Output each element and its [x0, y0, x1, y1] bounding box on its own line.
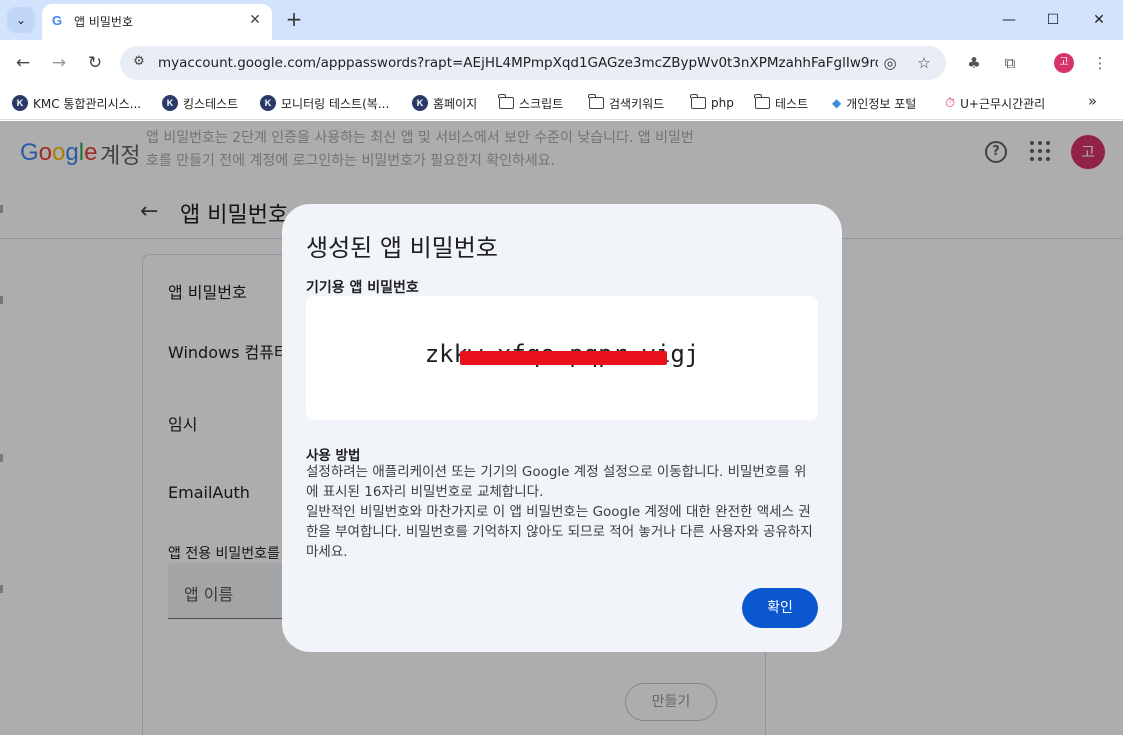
folder-icon — [690, 94, 706, 109]
more-bookmarks-icon[interactable]: » — [1088, 92, 1097, 110]
redaction-mark — [460, 351, 667, 365]
url-text[interactable]: myaccount.google.com/apppasswords?rapt=A… — [158, 55, 878, 71]
folder-icon — [498, 94, 514, 109]
browser-toolbar: ← → ↻ ⚙ myaccount.google.com/apppassword… — [0, 40, 1123, 86]
dialog-title: 생성된 앱 비밀번호 — [306, 234, 498, 262]
bookmark-label: 검색키워드 — [609, 96, 665, 111]
tab-strip: ⌄ G 앱 비밀번호 ✕ + — ☐ ✕ — [0, 0, 1123, 40]
extension-icon[interactable]: ♣ — [962, 51, 986, 75]
reload-icon[interactable]: ↻ — [82, 50, 108, 76]
bookmark-folder[interactable]: 스크립트 — [498, 92, 564, 114]
new-tab-button[interactable]: + — [282, 8, 306, 32]
address-bar[interactable]: ⚙ myaccount.google.com/apppasswords?rapt… — [120, 46, 946, 80]
eye-off-icon[interactable]: ◎ — [880, 53, 900, 73]
chevron-down-icon: ⌄ — [15, 13, 27, 27]
portal-icon: ◆ — [832, 96, 842, 110]
bookmark-label: 개인정보 포털 — [846, 96, 917, 111]
star-icon[interactable]: ☆ — [914, 53, 934, 73]
bookmark-folder[interactable]: 검색키워드 — [588, 92, 665, 114]
edge-mark — [0, 205, 3, 213]
k-circle-icon: K — [162, 95, 178, 111]
extensions-puzzle-icon[interactable]: ⧉ — [998, 51, 1022, 75]
bookmark-label: 모니터링 테스트(복... — [281, 96, 390, 111]
folder-icon — [754, 94, 770, 109]
edge-mark — [0, 454, 3, 462]
bookmarks-bar: K KMC 통합관리시스... K 킹스테스트 K 모니터링 테스트(복... … — [0, 86, 1123, 120]
dialog-subtitle: 기기용 앱 비밀번호 — [306, 280, 419, 296]
tab-search-button[interactable]: ⌄ — [7, 7, 35, 33]
bookmark-item[interactable]: ⏱ U+근무시간관리 — [945, 92, 1045, 114]
bookmark-item[interactable]: K KMC 통합관리시스... — [12, 92, 141, 114]
google-favicon-icon: G — [52, 13, 63, 28]
k-circle-icon: K — [412, 95, 428, 111]
forward-icon[interactable]: → — [46, 50, 72, 76]
active-tab[interactable]: G 앱 비밀번호 ✕ — [42, 4, 272, 40]
bookmark-folder[interactable]: php — [690, 92, 734, 114]
bookmark-label: php — [711, 96, 734, 110]
bookmark-item[interactable]: K 킹스테스트 — [162, 92, 238, 114]
bookmark-label: U+근무시간관리 — [960, 96, 1046, 111]
bookmark-item[interactable]: K 홈페이지 — [412, 92, 477, 114]
close-tab-icon[interactable]: ✕ — [246, 11, 264, 29]
window-close-icon[interactable]: ✕ — [1087, 8, 1111, 32]
edge-mark — [0, 296, 3, 304]
bookmark-label: 테스트 — [775, 96, 809, 111]
bookmark-label: KMC 통합관리시스... — [33, 96, 142, 111]
usage-title: 사용 방법 — [306, 448, 361, 464]
bookmark-item[interactable]: K 모니터링 테스트(복... — [260, 92, 389, 114]
password-box: zkkw xfqo pqpr vigj — [306, 296, 818, 420]
back-icon[interactable]: ← — [10, 50, 36, 76]
menu-dots-icon[interactable]: ⋮ — [1088, 51, 1112, 75]
bookmark-folder[interactable]: 테스트 — [754, 92, 809, 114]
site-info-icon[interactable]: ⚙ — [130, 54, 148, 72]
bookmark-label: 홈페이지 — [433, 96, 478, 111]
k-circle-icon: K — [12, 95, 28, 111]
minimize-icon[interactable]: — — [997, 8, 1021, 32]
profile-avatar[interactable]: 고 — [1054, 53, 1074, 73]
folder-icon — [588, 94, 604, 109]
bookmark-label: 킹스테스트 — [183, 96, 239, 111]
confirm-button[interactable]: 확인 — [742, 588, 818, 628]
clock-icon: ⏱ — [945, 95, 956, 111]
tab-title: 앱 비밀번호 — [74, 15, 134, 29]
usage-instructions: 설정하려는 애플리케이션 또는 기기의 Google 계정 설정으로 이동합니다… — [306, 464, 813, 560]
bookmark-item[interactable]: ◆ 개인정보 포털 — [832, 92, 916, 114]
edge-mark — [0, 585, 3, 593]
generated-password-dialog: 생성된 앱 비밀번호 기기용 앱 비밀번호 zkkw xfqo pqpr vig… — [282, 204, 842, 652]
bookmark-label: 스크립트 — [519, 96, 564, 111]
maximize-icon[interactable]: ☐ — [1041, 8, 1065, 32]
k-circle-icon: K — [260, 95, 276, 111]
